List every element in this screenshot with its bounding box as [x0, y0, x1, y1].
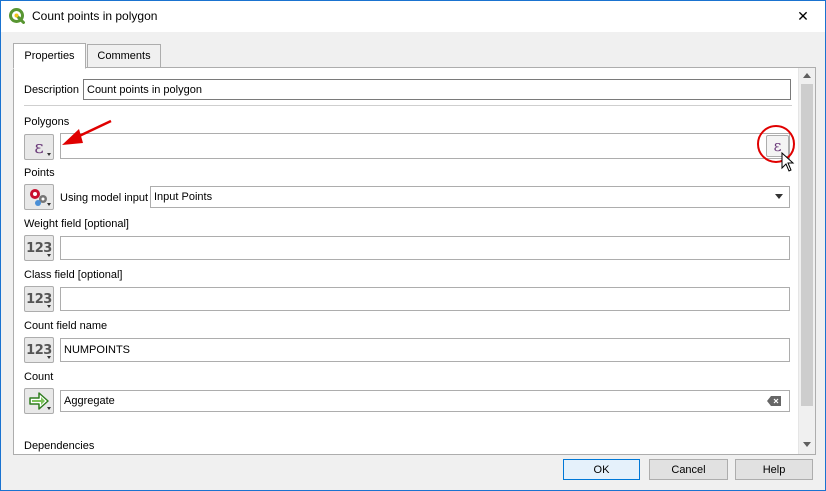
count-field-name-label: Count field name	[24, 320, 108, 332]
close-icon: ✕	[797, 8, 809, 24]
tab-properties[interactable]: Properties	[13, 43, 86, 69]
expression-epsilon-icon: ε	[34, 136, 44, 158]
scroll-up-icon[interactable]	[803, 73, 811, 78]
ok-button-label: OK	[593, 463, 610, 476]
mouse-pointer-icon	[781, 152, 795, 172]
points-source-label: Using model input	[60, 192, 149, 204]
polygons-expression-input[interactable]	[60, 133, 790, 159]
count-field-name-input[interactable]: NUMPOINTS	[60, 338, 790, 362]
dialog-window: Count points in polygon ✕ Properties Com…	[0, 0, 826, 491]
separator	[24, 105, 792, 106]
chevron-down-icon	[47, 254, 51, 257]
description-input[interactable]: Count points in polygon	[83, 79, 791, 100]
count-field-name-value: NUMPOINTS	[64, 344, 130, 356]
cancel-button[interactable]: Cancel	[649, 459, 728, 480]
dependencies-label: Dependencies	[24, 440, 95, 452]
weight-field-source-button[interactable]: 123	[24, 235, 54, 261]
annotation-red-arrow-icon	[62, 119, 112, 145]
qgis-logo-icon	[9, 8, 25, 24]
tab-comments[interactable]: Comments	[87, 44, 161, 68]
chevron-down-icon	[47, 356, 51, 359]
scroll-down-icon[interactable]	[803, 442, 811, 447]
scroll-area: Description Count points in polygon Poly…	[14, 68, 797, 454]
weight-field-input[interactable]	[60, 236, 790, 260]
count-label: Count	[24, 371, 54, 383]
count-field-name-source-button[interactable]: 123	[24, 337, 54, 363]
ok-button[interactable]: OK	[563, 459, 640, 480]
weight-field-label: Weight field [optional]	[24, 218, 129, 230]
title-bar: Count points in polygon ✕	[1, 1, 825, 32]
tab-comments-label: Comments	[97, 50, 151, 62]
cancel-button-label: Cancel	[671, 463, 706, 476]
points-label: Points	[24, 167, 55, 179]
chevron-down-icon	[47, 407, 51, 410]
tab-properties-label: Properties	[24, 50, 75, 62]
close-button[interactable]: ✕	[781, 1, 825, 32]
description-value: Count points in polygon	[87, 83, 202, 96]
chevron-down-icon	[47, 153, 51, 156]
class-field-source-button[interactable]: 123	[24, 286, 54, 312]
description-label: Description	[24, 84, 80, 96]
class-field-input[interactable]	[60, 287, 790, 311]
count-output-button[interactable]	[24, 388, 54, 414]
class-field-label: Class field [optional]	[24, 269, 123, 281]
points-source-button[interactable]	[24, 184, 54, 210]
vertical-scrollbar[interactable]	[798, 68, 815, 454]
help-button[interactable]: Help	[735, 459, 813, 480]
polygons-expression-button[interactable]: ε	[24, 134, 54, 160]
help-button-label: Help	[762, 463, 786, 476]
count-value: Aggregate	[64, 395, 115, 407]
clear-text-icon[interactable]	[767, 396, 781, 406]
window-title: Count points in polygon	[32, 9, 158, 23]
points-value: Input Points	[154, 191, 213, 203]
chevron-down-icon	[47, 203, 51, 206]
chevron-down-icon	[47, 305, 51, 308]
scrollbar-thumb[interactable]	[801, 84, 813, 406]
count-output-input[interactable]: Aggregate	[60, 390, 790, 412]
points-input-combobox[interactable]: Input Points	[150, 186, 790, 208]
chevron-down-icon	[775, 194, 783, 199]
properties-panel: Description Count points in polygon Poly…	[13, 67, 816, 455]
